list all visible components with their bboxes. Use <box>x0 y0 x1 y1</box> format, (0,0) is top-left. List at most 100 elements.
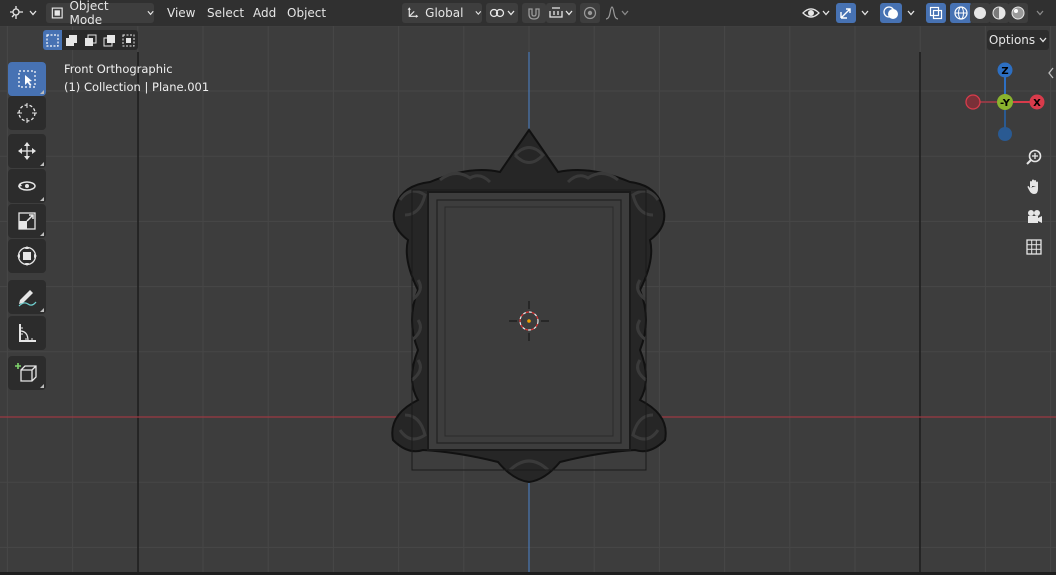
transform-tool[interactable] <box>8 239 46 273</box>
rotate-icon <box>18 181 36 191</box>
xray-icon <box>929 6 943 20</box>
pivot-point-icon <box>489 8 505 18</box>
chevron-down-icon <box>907 10 915 16</box>
menu-view[interactable]: View <box>163 3 199 23</box>
annotate-tool[interactable] <box>8 280 46 314</box>
measure-ruler-icon <box>19 324 36 342</box>
shading-wireframe[interactable] <box>950 3 972 23</box>
chevron-down-icon <box>565 10 573 16</box>
chevron-down-icon <box>147 10 154 16</box>
select-extend-button[interactable] <box>62 30 81 50</box>
wireframe-shading-icon <box>954 6 968 20</box>
options-label: Options <box>988 33 1036 47</box>
chevron-down-icon <box>1036 10 1044 16</box>
mode-dropdown[interactable]: Object Mode <box>46 0 154 27</box>
gizmo-options-dropdown[interactable] <box>856 3 874 23</box>
shading-options-dropdown[interactable] <box>1030 3 1050 23</box>
scale-icon <box>18 212 36 230</box>
overlays-icon <box>883 6 898 19</box>
viewport-camera-icon <box>10 6 23 19</box>
shading-material[interactable] <box>989 3 1009 23</box>
object-mode-icon <box>51 7 63 19</box>
menu-object[interactable]: Object <box>283 3 330 23</box>
chevron-down-icon <box>822 10 830 16</box>
zoom-icon <box>1026 149 1042 165</box>
solid-shading-icon <box>974 7 986 19</box>
falloff-dropdown[interactable] <box>602 3 632 23</box>
proportional-edit-icon <box>583 6 597 20</box>
pan-button[interactable] <box>1020 173 1048 201</box>
menu-add[interactable]: Add <box>249 3 280 23</box>
chevron-down-icon <box>1039 37 1047 43</box>
viewport-info: Front Orthographic (1) Collection | Plan… <box>64 60 209 96</box>
menu-select[interactable]: Select <box>203 3 248 23</box>
move-tool[interactable] <box>8 134 46 168</box>
chevron-down-icon <box>507 10 515 16</box>
selection-mode-group <box>43 30 138 50</box>
select-new-icon <box>46 33 59 47</box>
pan-hand-icon <box>1027 179 1038 194</box>
ortho-grid-icon <box>1026 239 1042 255</box>
select-invert-icon <box>103 34 115 46</box>
orientation-label: Global <box>425 6 464 20</box>
gizmo-x-label: X <box>1033 98 1041 109</box>
select-extend-icon <box>66 34 77 46</box>
options-dropdown[interactable]: Options <box>987 30 1049 50</box>
overlays-toggle[interactable] <box>880 3 902 23</box>
ortho-toggle-button[interactable] <box>1020 233 1048 261</box>
visibility-dropdown[interactable] <box>800 3 832 23</box>
select-invert-button[interactable] <box>100 30 119 50</box>
add-cube-icon <box>15 363 37 382</box>
overlays-options-dropdown[interactable] <box>902 3 920 23</box>
proportional-edit-toggle[interactable] <box>580 3 600 23</box>
select-intersect-icon <box>122 34 135 46</box>
orientation-axes-icon <box>407 7 419 18</box>
snap-toggle[interactable] <box>522 3 546 23</box>
transform-icon <box>17 246 37 266</box>
gizmo-toggle[interactable] <box>836 3 856 23</box>
add-cube-tool[interactable] <box>8 356 46 390</box>
measure-tool[interactable] <box>8 316 46 350</box>
eye-visibility-icon <box>802 8 820 18</box>
viewport-header: Object Mode View Select Add Object Globa… <box>0 0 1056 27</box>
gizmo-toggle-icon <box>840 8 851 19</box>
snap-increment-icon <box>549 7 563 18</box>
annotate-pencil-icon <box>18 290 37 307</box>
chevron-down-icon <box>861 10 869 16</box>
zoom-button[interactable] <box>1020 143 1048 171</box>
rotate-tool[interactable] <box>8 169 46 203</box>
collection-info: (1) Collection | Plane.001 <box>64 80 210 94</box>
cursor-3d-icon <box>17 103 37 123</box>
select-intersect-button[interactable] <box>119 30 138 50</box>
gizmo-neg-z <box>998 127 1012 141</box>
chevron-down-icon <box>621 10 629 16</box>
select-subtract-button[interactable] <box>81 30 100 50</box>
rendered-shading-icon <box>1011 6 1025 20</box>
snap-target-dropdown[interactable] <box>546 3 576 23</box>
chevron-down-icon <box>475 11 482 16</box>
camera-view-icon <box>1028 210 1042 223</box>
gizmo-neg-y-label: -Y <box>1000 98 1011 109</box>
3d-viewport[interactable]: Front Orthographic (1) Collection | Plan… <box>0 0 1056 575</box>
shading-rendered[interactable] <box>1008 3 1028 23</box>
snap-magnet-icon <box>528 8 540 20</box>
select-box-icon <box>18 70 36 88</box>
sidebar-toggle-arrow-icon[interactable] <box>1046 66 1056 80</box>
move-arrows-icon <box>18 142 36 160</box>
material-shading-icon <box>992 6 1006 20</box>
select-box-tool[interactable] <box>8 62 46 96</box>
select-new-button[interactable] <box>43 30 62 50</box>
editor-type-button[interactable] <box>6 3 40 23</box>
falloff-curve-icon <box>605 6 619 20</box>
transform-orientation-dropdown[interactable]: Global <box>402 3 482 23</box>
shading-solid[interactable] <box>970 3 990 23</box>
camera-view-button[interactable] <box>1020 203 1048 231</box>
navigation-gizmo[interactable]: Z X -Y <box>960 60 1050 150</box>
pivot-point-dropdown[interactable] <box>486 3 518 23</box>
chevron-down-icon <box>29 10 37 16</box>
scale-tool[interactable] <box>8 204 46 238</box>
xray-toggle[interactable] <box>926 3 946 23</box>
mode-label: Object Mode <box>69 0 109 27</box>
cursor-tool[interactable] <box>8 96 46 130</box>
gizmo-neg-x <box>965 94 981 110</box>
